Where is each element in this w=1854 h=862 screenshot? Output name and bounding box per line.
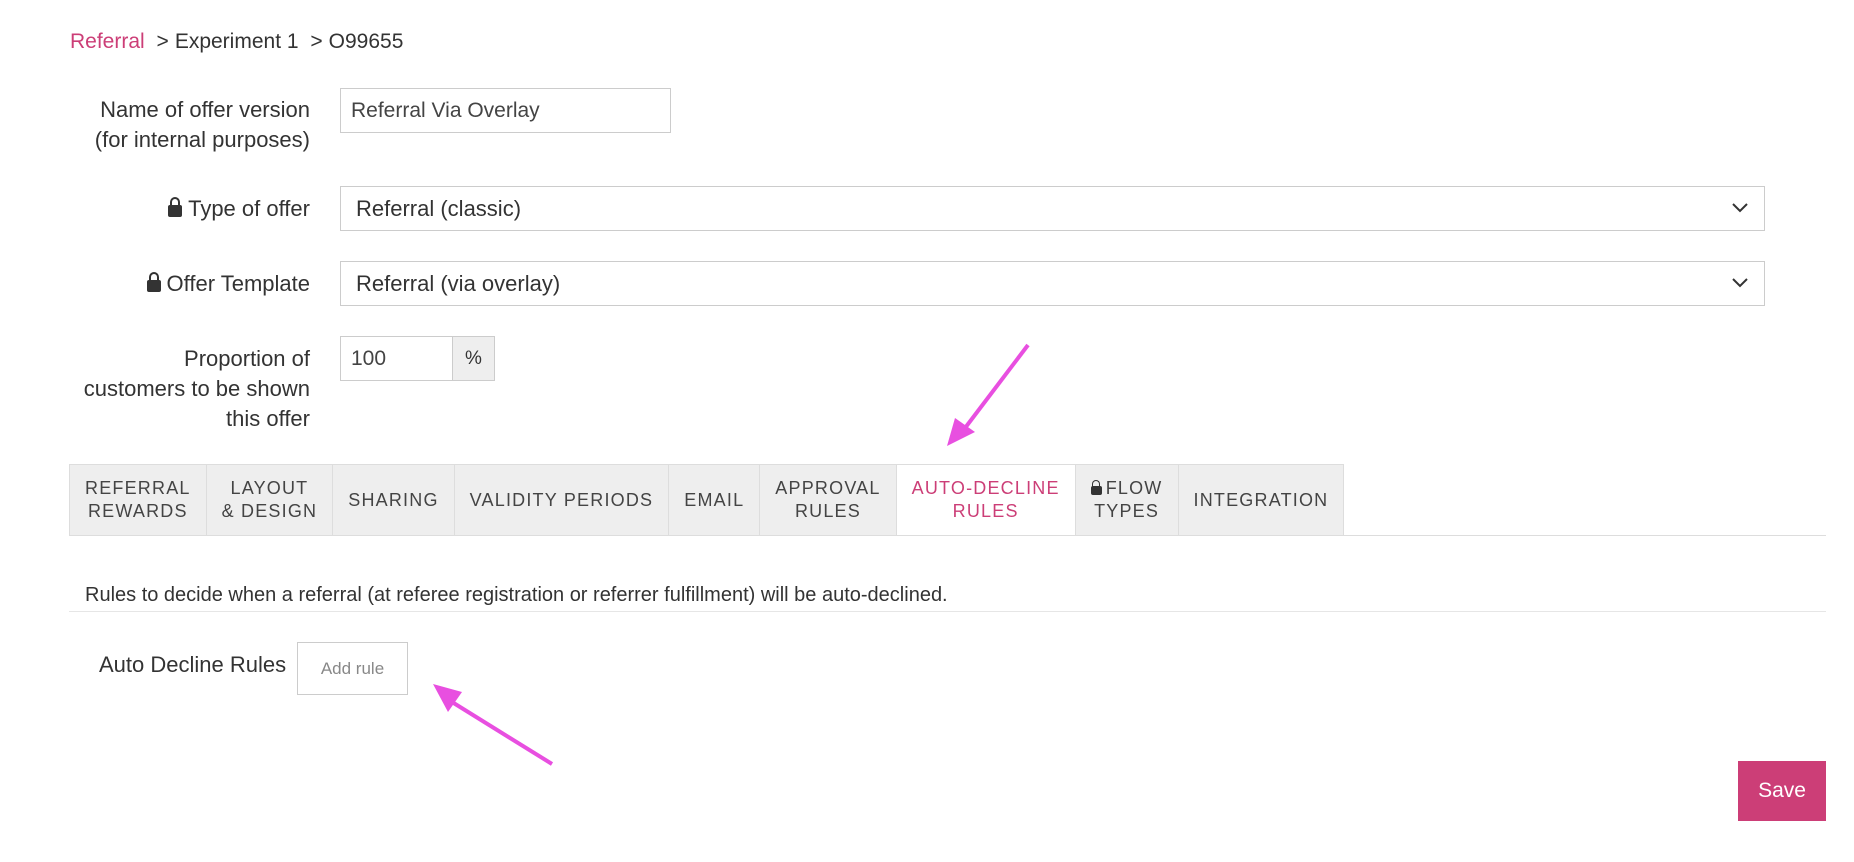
proportion-label-line2: customers to be shown xyxy=(83,376,310,401)
tab-divider xyxy=(69,535,1826,536)
tab-referral-rewards[interactable]: REFERRAL REWARDS xyxy=(69,464,206,536)
breadcrumb-experiment: Experiment 1 xyxy=(174,30,299,53)
tab-label: APPROVAL xyxy=(775,478,881,498)
annotation-arrow-add-rule xyxy=(433,684,554,766)
tab-email[interactable]: EMAIL xyxy=(668,464,760,536)
tab-integration[interactable]: INTEGRATION xyxy=(1177,464,1345,536)
tab-layout-design[interactable]: LAYOUT & DESIGN xyxy=(205,464,333,536)
auto-decline-rules-label: Auto Decline Rules xyxy=(99,652,287,677)
tab-label: REWARDS xyxy=(87,501,188,521)
offer-name-label-line1: Name of offer version xyxy=(100,97,310,122)
tab-validity-periods[interactable]: VALIDITY PERIODS xyxy=(453,464,669,536)
breadcrumb-separator: > xyxy=(156,30,169,53)
tab-label: TYPES xyxy=(1094,501,1160,521)
tab-label: SHARING xyxy=(348,489,439,510)
offer-name-input[interactable]: Referral Via Overlay xyxy=(340,88,671,133)
offer-template-selected: Referral (via overlay) xyxy=(356,271,561,296)
proportion-input-group: 100 % xyxy=(340,336,495,381)
tab-label: RULES xyxy=(952,501,1019,521)
proportion-label-line1: Proportion of xyxy=(184,346,310,371)
lock-icon xyxy=(146,272,161,292)
offer-tabs: REFERRAL REWARDS LAYOUT & DESIGN SHARING V… xyxy=(69,464,1345,536)
tab-label: FLOW xyxy=(1105,478,1163,498)
tab-sharing[interactable]: SHARING xyxy=(332,464,454,536)
tab-approval-rules[interactable]: APPROVAL RULES xyxy=(759,464,896,536)
offer-name-label-line2: (for internal purposes) xyxy=(94,127,310,152)
description-divider xyxy=(69,611,1826,612)
tab-label: & DESIGN xyxy=(221,501,318,521)
offer-type-label-text: Type of offer xyxy=(188,196,310,221)
offer-type-selected: Referral (classic) xyxy=(356,196,522,221)
offer-template-label-text: Offer Template xyxy=(166,271,310,296)
proportion-input[interactable]: 100 xyxy=(340,336,452,381)
offer-type-select[interactable]: Referral (classic) xyxy=(340,186,1765,231)
percent-addon: % xyxy=(452,336,495,381)
annotation-arrow-tab xyxy=(947,343,1030,446)
tab-flow-types[interactable]: FLOW TYPES xyxy=(1074,464,1178,536)
tab-label: VALIDITY PERIODS xyxy=(469,489,654,510)
chevron-down-icon xyxy=(1732,278,1748,288)
panel-description: Rules to decide when a referral (at refe… xyxy=(85,584,948,606)
breadcrumb: Referral > Experiment 1 > O99655 xyxy=(70,30,403,54)
offer-template-label: Offer Template xyxy=(146,269,310,299)
offer-template-select[interactable]: Referral (via overlay) xyxy=(340,261,1765,306)
tab-label: REFERRAL xyxy=(85,478,191,498)
tab-label: LAYOUT xyxy=(230,478,309,498)
save-button[interactable]: Save xyxy=(1738,761,1826,821)
proportion-label-line3: this offer xyxy=(226,406,310,431)
breadcrumb-separator: > xyxy=(310,30,323,53)
tab-label: AUTO-DECLINE xyxy=(911,478,1060,498)
lock-icon xyxy=(168,197,183,217)
tab-auto-decline-rules[interactable]: AUTO-DECLINE RULES xyxy=(895,464,1075,536)
offer-type-label: Type of offer xyxy=(168,194,310,224)
chevron-down-icon xyxy=(1732,203,1748,213)
lock-icon xyxy=(1090,480,1102,495)
breadcrumb-offer-id: O99655 xyxy=(328,30,404,53)
add-rule-button[interactable]: Add rule xyxy=(297,642,408,695)
offer-name-label: Name of offer version (for internal purp… xyxy=(95,95,310,155)
breadcrumb-link-referral[interactable]: Referral xyxy=(70,30,145,53)
proportion-label: Proportion of customers to be shown this… xyxy=(84,344,310,434)
tab-label: RULES xyxy=(794,501,861,521)
tab-label: INTEGRATION xyxy=(1193,489,1329,510)
tab-label: EMAIL xyxy=(684,489,745,510)
